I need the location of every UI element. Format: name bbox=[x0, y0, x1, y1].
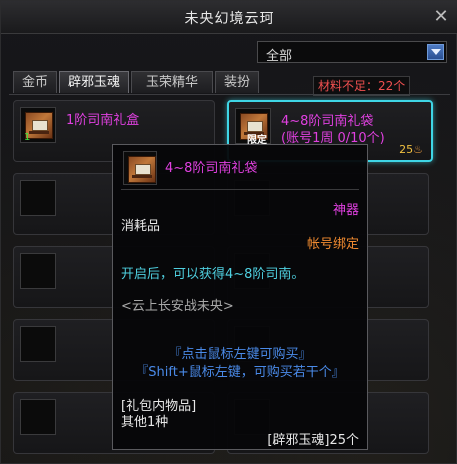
title-bar: 未央幻境云珂 ✕ bbox=[1, 1, 457, 34]
item-icon-slot bbox=[20, 399, 56, 435]
tooltip-hint-shift: 『Shift+鼠标左键，可购买若干个』 bbox=[135, 365, 345, 380]
item-icon-slot bbox=[20, 326, 56, 362]
tooltip-contents-value: 其他1种 bbox=[121, 415, 169, 430]
category-filter-dropdown[interactable]: 全部 bbox=[257, 41, 447, 64]
item-tooltip: 4~8阶司南礼袋 神器 消耗品 帐号绑定 开启后，可以获得4~8阶司南。 <云上… bbox=[112, 144, 368, 450]
tooltip-header: 4~8阶司南礼袋 bbox=[121, 151, 359, 190]
tooltip-title: 4~8阶司南礼袋 bbox=[165, 161, 258, 176]
tab-gold[interactable]: 金币 bbox=[13, 71, 57, 93]
tooltip-type: 消耗品 bbox=[121, 219, 161, 234]
category-filter-value: 全部 bbox=[266, 49, 293, 64]
divider bbox=[9, 94, 450, 95]
shop-window: 未央幻境云珂 ✕ 全部 金币 辟邪玉魂 玉荣精华 装扮 材料不足：22个 1 1… bbox=[0, 0, 457, 464]
item-icon-slot bbox=[20, 180, 56, 216]
material-shortage-label: 材料不足：22个 bbox=[313, 76, 411, 96]
tooltip-set: <云上长安战未央> bbox=[121, 299, 234, 314]
item-icon-slot bbox=[123, 151, 157, 185]
item-name: 1阶司南礼盒 bbox=[66, 113, 140, 128]
tooltip-rarity: 神器 bbox=[332, 203, 359, 218]
tooltip-cost: [辟邪玉魂]25个 bbox=[267, 433, 359, 448]
tab-yurong-jinghua[interactable]: 玉荣精华 bbox=[131, 71, 213, 93]
price-value: 25 bbox=[399, 143, 414, 156]
close-icon[interactable]: ✕ bbox=[430, 6, 452, 28]
gift-bag-icon bbox=[128, 156, 156, 183]
item-icon-slot: 限定 bbox=[235, 108, 271, 146]
tooltip-binding: 帐号绑定 bbox=[306, 237, 359, 252]
dropdown-arrow-icon[interactable] bbox=[427, 44, 444, 60]
tab-costume[interactable]: 装扮 bbox=[215, 71, 259, 93]
item-icon-slot: 1 bbox=[20, 107, 56, 143]
window-title: 未央幻境云珂 bbox=[184, 11, 275, 27]
item-price: 25♨ bbox=[399, 143, 423, 156]
tooltip-hint-click: 『点击鼠标左键可购买』 bbox=[168, 347, 312, 362]
currency-icon: ♨ bbox=[413, 143, 423, 156]
item-icon-slot bbox=[20, 253, 56, 289]
tab-bixie-yuhun[interactable]: 辟邪玉魂 bbox=[59, 71, 129, 93]
tooltip-effect: 开启后，可以获得4~8阶司南。 bbox=[121, 267, 305, 282]
item-count: 1 bbox=[24, 132, 31, 143]
